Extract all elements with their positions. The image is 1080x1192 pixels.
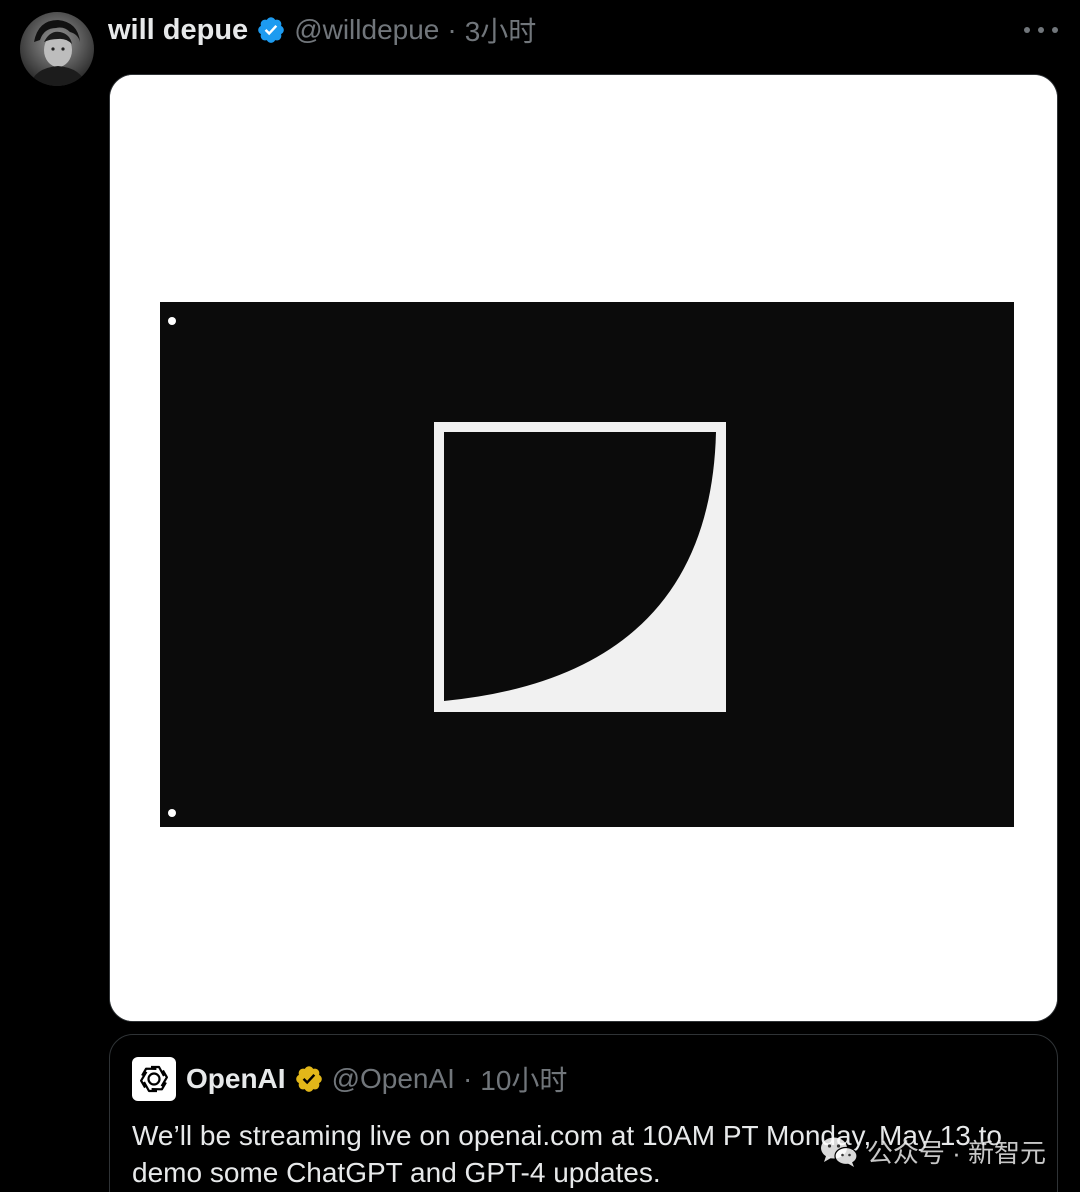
- author-name[interactable]: will depue: [108, 14, 248, 47]
- quoted-meta-separator: ·: [462, 1063, 473, 1094]
- wechat-icon: [819, 1135, 859, 1169]
- dot: [1052, 27, 1058, 33]
- watermark: 公众号 · 新智元: [819, 1133, 1046, 1170]
- tweet-header: will depue @willdepue · 3小时: [108, 8, 536, 52]
- tweet-media-image[interactable]: [109, 74, 1058, 1022]
- verified-badge-icon[interactable]: [256, 15, 286, 45]
- flag-image: [110, 75, 1057, 1021]
- author-avatar[interactable]: [20, 12, 94, 86]
- dot: [1038, 27, 1044, 33]
- gold-verified-badge-icon[interactable]: [294, 1064, 324, 1094]
- tweet-page: will depue @willdepue · 3小时 OpenAI @Open…: [0, 0, 1080, 1192]
- more-options-icon[interactable]: [1024, 20, 1058, 40]
- quoted-tweet-time[interactable]: 10小时: [480, 1059, 567, 1099]
- logo-mark: [434, 422, 726, 712]
- meta-separator: ·: [447, 14, 457, 45]
- grommet-bottom: [168, 809, 176, 817]
- tweet-time[interactable]: 3小时: [465, 10, 537, 50]
- quoted-author-name[interactable]: OpenAI: [186, 1063, 286, 1095]
- avatar-image: [20, 12, 94, 86]
- quoted-tweet-header: OpenAI @OpenAI · 10小时: [132, 1057, 567, 1101]
- watermark-text: 公众号 · 新智元: [866, 1138, 1046, 1168]
- dot: [1024, 27, 1030, 33]
- quoted-author-handle[interactable]: @OpenAI: [332, 1063, 455, 1095]
- grommet-top: [168, 317, 176, 325]
- openai-logo-icon[interactable]: [132, 1057, 176, 1101]
- author-handle[interactable]: @willdepue: [294, 14, 439, 46]
